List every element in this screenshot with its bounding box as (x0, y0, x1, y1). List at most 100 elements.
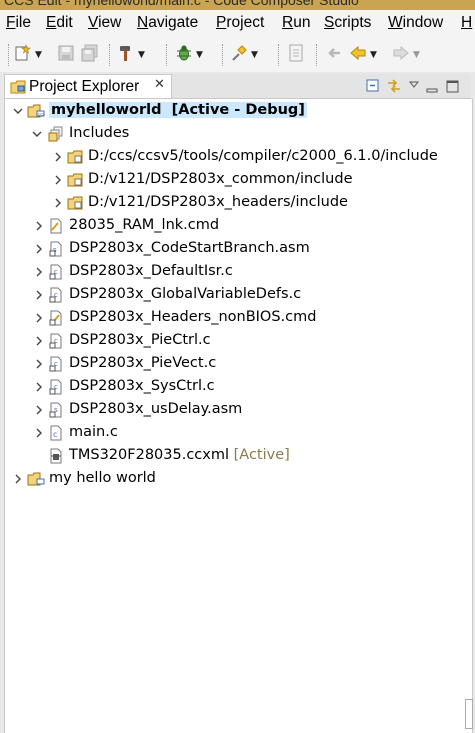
project-explorer-tree: ccs myhelloworld [Active - Debug] Includ… (4, 99, 473, 733)
minimize-icon[interactable] (426, 78, 438, 97)
view-menu-icon[interactable] (408, 76, 420, 95)
window-title: CCS Edit - myhelloworld/main.c - Code Co… (4, 0, 359, 8)
chevron-right-icon[interactable] (34, 266, 44, 278)
chevron-right-icon[interactable] (34, 427, 44, 439)
new-button[interactable]: ▼ (14, 44, 42, 65)
toolbar-separator (278, 44, 279, 66)
includes-icon (48, 126, 64, 146)
ccxml-active-tag: [Active] (233, 447, 290, 463)
tree-row-include-path[interactable]: D:/v121/DSP2803x_common/include (5, 169, 472, 192)
tree-row-file[interactable]: c DSP2803x_GlobalVariableDefs.c (5, 284, 472, 307)
save-button[interactable] (58, 45, 74, 65)
tool-button[interactable]: ▼ (230, 45, 258, 65)
chevron-right-icon[interactable] (34, 404, 44, 416)
menu-window[interactable]: Window (388, 14, 443, 32)
tree-row-project-my-hello-world[interactable]: my hello world (5, 468, 472, 491)
tree-row-file[interactable]: DSP2803x_Headers_nonBIOS.cmd (5, 307, 472, 330)
link-with-editor-icon[interactable] (386, 78, 402, 98)
cmd-file-icon (48, 218, 64, 238)
include-folder-icon (67, 195, 84, 215)
tree-row-target-config[interactable]: TMS320F28035.ccxml [Active] (5, 445, 472, 468)
chevron-down-icon[interactable] (13, 105, 23, 117)
file-name: DSP2803x_PieVect.c (69, 355, 217, 371)
c-file-link-icon: c (48, 333, 64, 353)
back-button[interactable]: ▼ (349, 45, 377, 65)
menu-scripts[interactable]: Scripts (324, 14, 371, 32)
file-name: DSP2803x_PieCtrl.c (69, 332, 211, 348)
tree-row-file[interactable]: s DSP2803x_CodeStartBranch.asm (5, 238, 472, 261)
asm-file-icon: s (48, 241, 64, 261)
tree-row-includes[interactable]: Includes (5, 123, 472, 146)
tree-row-file[interactable]: c DSP2803x_PieVect.c (5, 353, 472, 376)
forward-button[interactable]: ▼ (392, 45, 420, 65)
include-path-label: D:/v121/DSP2803x_common/include (88, 171, 353, 187)
file-name: main.c (69, 424, 118, 440)
chevron-right-icon[interactable] (34, 381, 44, 393)
tree-row-file[interactable]: c DSP2803x_DefaultIsr.c (5, 261, 472, 284)
forward-arrow-icon (392, 44, 410, 66)
c-file-link-icon: c (48, 264, 64, 284)
toolbar-separator (316, 44, 317, 66)
include-path-label: D:/ccs/ccsv5/tools/compiler/c2000_6.1.0/… (88, 148, 438, 164)
build-hammer-icon (117, 44, 135, 66)
tree-row-file[interactable]: c main.c (5, 422, 472, 445)
chevron-right-icon[interactable] (34, 312, 44, 324)
toolbar-separator (222, 44, 223, 66)
c-file-link-icon: c (48, 379, 64, 399)
tree-row-file[interactable]: s DSP2803x_usDelay.asm (5, 399, 472, 422)
project-folder-icon: ccs (27, 103, 45, 123)
tree-row-file[interactable]: c DSP2803x_SysCtrl.c (5, 376, 472, 399)
menu-run[interactable]: Run (282, 14, 310, 32)
project-name: myhelloworld (51, 102, 162, 118)
chevron-right-icon[interactable] (34, 289, 44, 301)
chevron-right-icon[interactable] (34, 335, 44, 347)
file-name: DSP2803x_CodeStartBranch.asm (69, 240, 310, 256)
menu-project[interactable]: Project (216, 14, 264, 32)
chevron-right-icon[interactable] (34, 243, 44, 255)
cmd-file-link-icon (48, 310, 64, 330)
tab-project-explorer[interactable]: Project Explorer ✕ (4, 74, 172, 98)
project-explorer-tabbar: Project Explorer ✕ (4, 74, 471, 99)
debug-bug-icon (175, 44, 193, 66)
maximize-icon[interactable] (446, 78, 459, 97)
build-button[interactable]: ▼ (117, 45, 145, 65)
include-folder-icon (67, 149, 84, 169)
menu-view[interactable]: View (88, 14, 121, 32)
chevron-right-icon[interactable] (53, 151, 63, 163)
tree-row-project-myhelloworld[interactable]: ccs myhelloworld [Active - Debug] (5, 100, 472, 123)
toolbar-separator (8, 44, 9, 66)
c-file-link-icon: c (48, 287, 64, 307)
file-name: 28035_RAM_lnk.cmd (69, 217, 220, 233)
close-icon[interactable]: ✕ (154, 76, 165, 92)
file-name: DSP2803x_Headers_nonBIOS.cmd (69, 309, 317, 325)
chevron-right-icon[interactable] (34, 220, 44, 232)
chevron-right-icon[interactable] (53, 174, 63, 186)
menu-navigate[interactable]: Navigate (137, 14, 198, 32)
menu-help[interactable]: H (461, 14, 472, 32)
save-all-button[interactable] (81, 44, 99, 65)
chevron-right-icon[interactable] (13, 473, 23, 485)
console-button[interactable] (288, 44, 304, 66)
chevron-right-icon[interactable] (34, 358, 44, 370)
project-explorer-icon (10, 79, 26, 100)
last-edit-button[interactable] (325, 45, 343, 65)
project-active-tag: [Active - Debug] (171, 102, 305, 118)
tree-row-include-path[interactable]: D:/v121/DSP2803x_headers/include (5, 192, 472, 215)
menu-edit[interactable]: Edit (46, 14, 73, 32)
console-icon (288, 44, 304, 66)
back-arrow-icon (349, 44, 367, 66)
tool-pin-icon (230, 44, 248, 66)
chevron-right-icon[interactable] (53, 197, 63, 209)
menu-file[interactable]: File (6, 14, 31, 32)
chevron-down-icon[interactable] (32, 128, 42, 140)
project-name: my hello world (49, 470, 156, 486)
project-folder-icon (27, 471, 45, 491)
debug-button[interactable]: ▼ (175, 45, 203, 65)
tree-row-include-path[interactable]: D:/ccs/ccsv5/tools/compiler/c2000_6.1.0/… (5, 146, 472, 169)
collapse-all-icon[interactable] (366, 78, 380, 97)
tree-row-file[interactable]: 28035_RAM_lnk.cmd (5, 215, 472, 238)
tree-row-file[interactable]: c DSP2803x_PieCtrl.c (5, 330, 472, 353)
svg-text:ccs: ccs (38, 112, 44, 117)
scrollbar[interactable] (465, 699, 473, 729)
ccxml-name: TMS320F28035.ccxml (69, 447, 230, 463)
